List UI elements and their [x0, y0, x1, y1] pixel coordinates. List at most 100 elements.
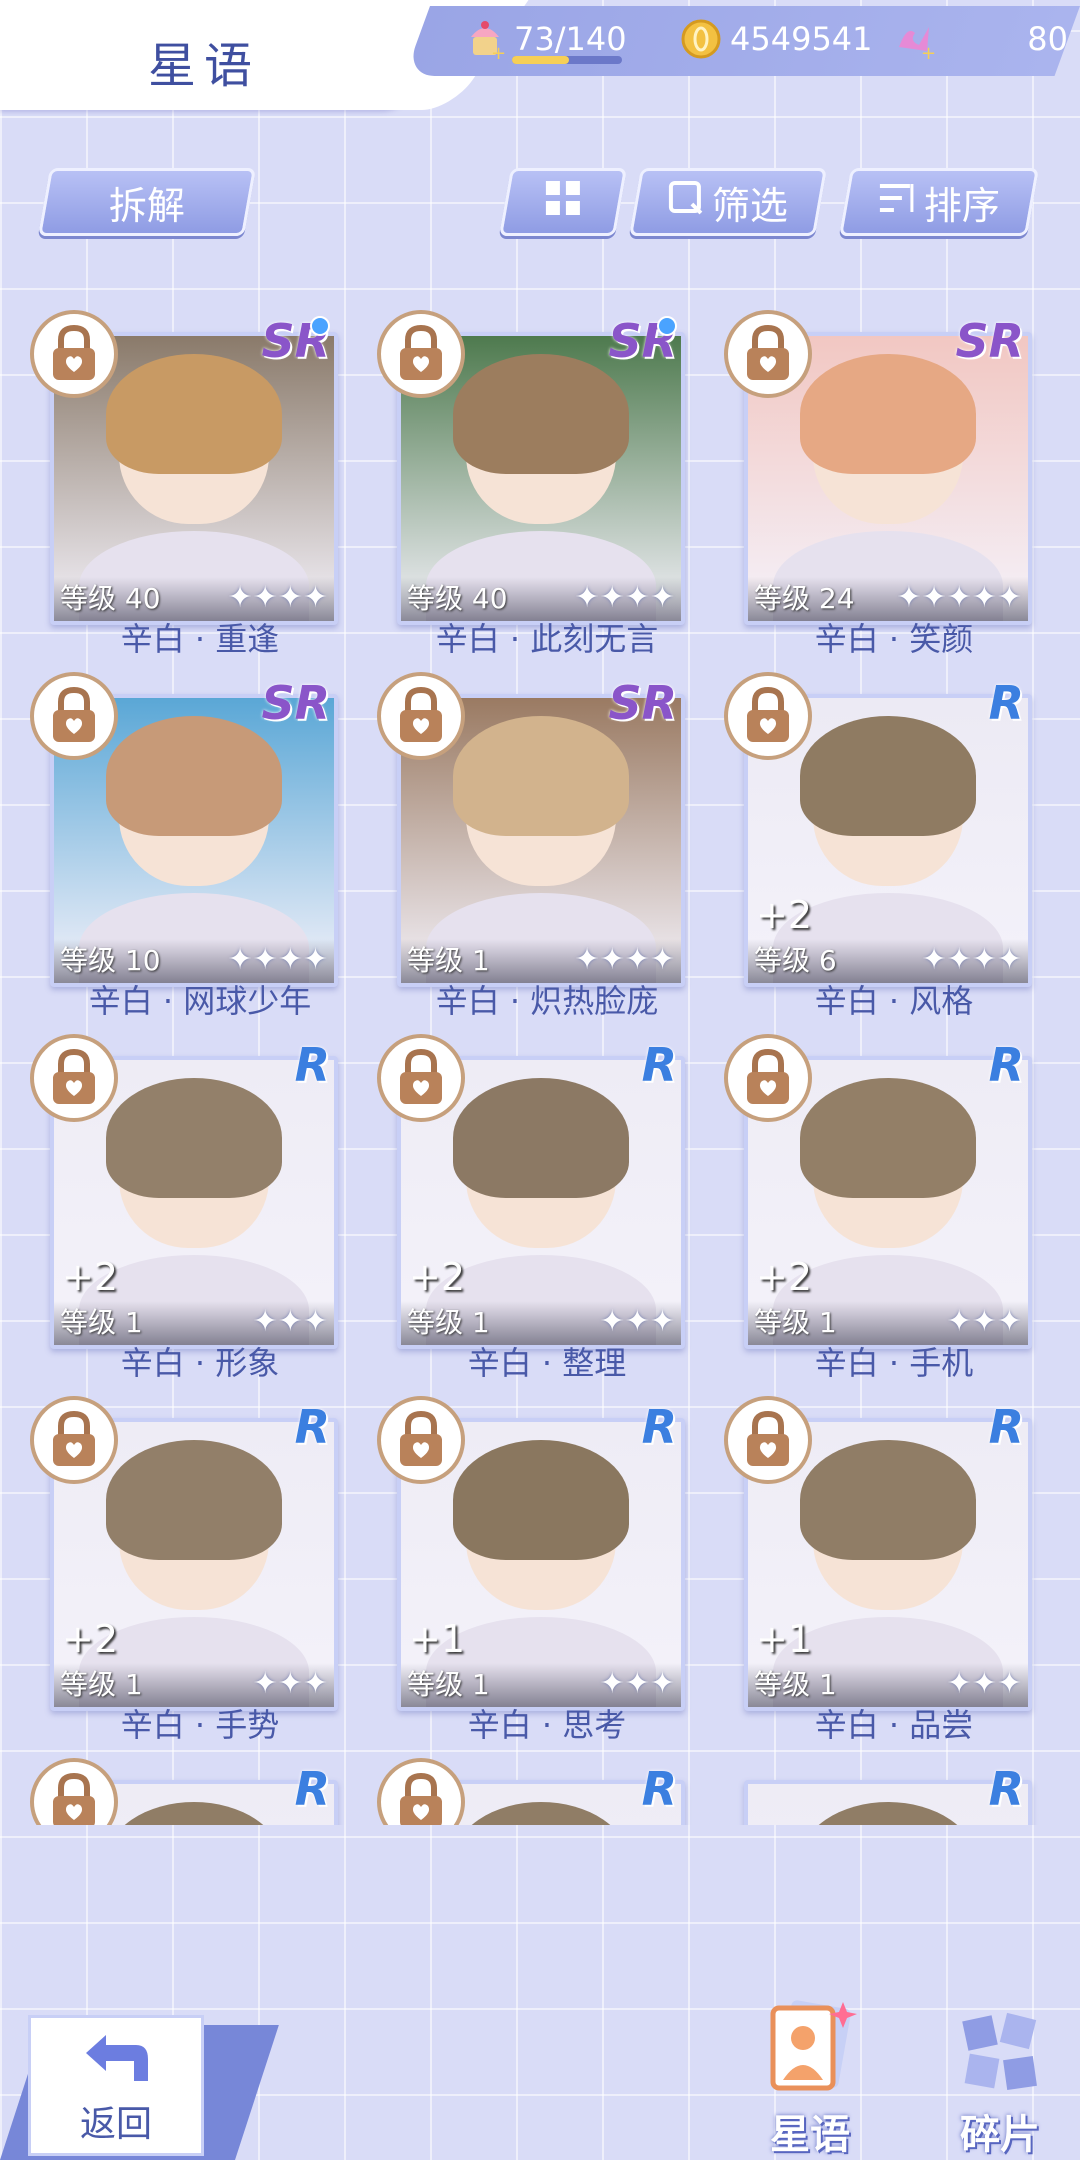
back-area: 返回	[0, 2005, 279, 2160]
character-card[interactable]: +2 等级 1 ✦✦✦ R 辛白 · 整理	[377, 1034, 685, 1382]
character-hair	[106, 716, 282, 836]
star-rating: ✦✦✦	[252, 1304, 328, 1339]
card-name: 辛白 · 形象	[120, 1344, 280, 1382]
cards-icon	[755, 1998, 865, 2102]
character-hair	[106, 1802, 282, 1825]
new-indicator	[657, 316, 677, 336]
card-name: 辛白 · 网球少年	[88, 982, 312, 1020]
character-card[interactable]: +1 等级 1 ✦✦✦ R 辛白 · 品尝	[724, 1396, 1032, 1744]
rarity-badge: R	[988, 1038, 1024, 1092]
character-hair	[453, 1078, 629, 1198]
grid-icon	[544, 179, 582, 226]
character-card[interactable]: R	[377, 1758, 685, 1825]
nav-star-words[interactable]: 星语	[740, 2000, 880, 2160]
card-level: 等级 1	[407, 1668, 490, 1701]
lock-icon[interactable]	[724, 310, 812, 398]
character-card[interactable]: 等级 40 ✦✦✦✦ SR 辛白 · 此刻无言	[377, 310, 685, 658]
character-hair	[800, 1802, 976, 1825]
lock-icon[interactable]	[30, 1758, 118, 1825]
rarity-badge: SR	[261, 676, 330, 730]
gem-resource[interactable]: + 80	[892, 14, 1068, 64]
lock-icon[interactable]	[30, 1034, 118, 1122]
star-rating: ✦✦✦	[599, 1304, 675, 1339]
lock-icon[interactable]	[30, 1396, 118, 1484]
back-label: 返回	[79, 2104, 152, 2145]
page-title: 星语	[148, 38, 261, 94]
back-button[interactable]: 返回	[28, 2015, 204, 2156]
rarity-badge: R	[988, 676, 1024, 730]
character-card[interactable]: +2 等级 6 ✦✦✦✦ R 辛白 · 风格	[724, 672, 1032, 1020]
character-card[interactable]: +2 等级 1 ✦✦✦ R 辛白 · 形象	[30, 1034, 338, 1382]
card-name: 辛白 · 笑颜	[814, 620, 974, 658]
upgrade-count: +2	[756, 1255, 813, 1299]
card-art	[748, 1784, 1028, 1825]
card-level: 等级 10	[60, 944, 161, 977]
card-name: 辛白 · 品尝	[814, 1706, 974, 1744]
lock-icon[interactable]	[30, 672, 118, 760]
return-arrow-icon	[76, 2031, 156, 2095]
rarity-badge: R	[988, 1762, 1024, 1816]
character-hair	[453, 354, 629, 474]
character-card[interactable]: +2 等级 1 ✦✦✦ R 辛白 · 手势	[30, 1396, 338, 1744]
svg-text:+: +	[921, 43, 936, 61]
stamina-resource[interactable]: + 73/140	[462, 14, 627, 64]
character-card[interactable]: R	[724, 1758, 1032, 1825]
filter-label: 筛选	[711, 183, 788, 228]
star-rating: ✦✦✦✦	[574, 942, 675, 977]
gold-resource: 4549541	[678, 14, 873, 64]
character-card[interactable]: +2 等级 1 ✦✦✦ R 辛白 · 手机	[724, 1034, 1032, 1382]
lock-icon[interactable]	[377, 1034, 465, 1122]
decompose-button[interactable]: 拆解	[38, 168, 256, 236]
upgrade-count: +1	[756, 1617, 813, 1661]
card-name: 辛白 · 重逢	[120, 620, 280, 658]
character-card[interactable]: 等级 10 ✦✦✦✦ SR 辛白 · 网球少年	[30, 672, 338, 1020]
rarity-badge: R	[641, 1400, 677, 1454]
card-grid: 等级 40 ✦✦✦✦ SR 辛白 · 重逢 等级 40 ✦✦✦✦ SR 辛白 · 此刻无言 等级…	[0, 310, 1080, 1825]
star-rating: ✦✦✦✦	[227, 580, 328, 615]
lock-icon[interactable]	[724, 1396, 812, 1484]
star-rating: ✦✦✦	[252, 1666, 328, 1701]
sort-button[interactable]: 排序	[839, 168, 1039, 236]
card-level: 等级 1	[407, 1306, 490, 1339]
card-name: 辛白 · 此刻无言	[435, 620, 659, 658]
character-hair	[453, 1802, 629, 1825]
lock-icon[interactable]	[724, 672, 812, 760]
card-level: 等级 40	[407, 582, 508, 615]
lock-icon[interactable]	[377, 672, 465, 760]
lock-icon[interactable]	[724, 1034, 812, 1122]
rarity-badge: R	[294, 1762, 330, 1816]
filter-button[interactable]: 筛选	[629, 168, 827, 236]
card-level: 等级 6	[754, 944, 837, 977]
upgrade-count: +2	[409, 1255, 466, 1299]
card-level: 等级 40	[60, 582, 161, 615]
character-card[interactable]: 等级 1 ✦✦✦✦ SR 辛白 · 炽热脸庞	[377, 672, 685, 1020]
character-card[interactable]: 等级 40 ✦✦✦✦ SR 辛白 · 重逢	[30, 310, 338, 658]
card-level: 等级 1	[754, 1668, 837, 1701]
rarity-badge: R	[294, 1038, 330, 1092]
nav-star-words-label: 星语	[770, 2112, 850, 2158]
nav-fragments-label: 碎片	[960, 2112, 1040, 2158]
lock-icon[interactable]	[377, 310, 465, 398]
lock-icon[interactable]	[377, 1396, 465, 1484]
rarity-badge: SR	[955, 314, 1024, 368]
character-hair	[800, 354, 976, 474]
character-card[interactable]: 等级 24 ✦✦✦✦✦ SR 辛白 · 笑颜	[724, 310, 1032, 658]
grid-view-button[interactable]	[499, 168, 627, 236]
lock-icon[interactable]	[377, 1758, 465, 1825]
card-name: 辛白 · 思考	[467, 1706, 627, 1744]
star-rating: ✦✦✦	[946, 1666, 1022, 1701]
gem-value: 80	[1027, 20, 1068, 58]
puzzle-icon	[955, 2008, 1045, 2102]
rarity-badge: R	[988, 1400, 1024, 1454]
cupcake-icon: +	[462, 16, 508, 62]
nav-fragments[interactable]: 碎片	[930, 2010, 1070, 2160]
upgrade-count: +2	[62, 1617, 119, 1661]
card-name: 辛白 · 手势	[120, 1706, 280, 1744]
character-card[interactable]: R	[30, 1758, 338, 1825]
star-rating: ✦✦✦✦✦	[896, 580, 1022, 615]
star-rating: ✦✦✦	[599, 1666, 675, 1701]
character-hair	[106, 1078, 282, 1198]
card-level: 等级 1	[754, 1306, 837, 1339]
character-card[interactable]: +1 等级 1 ✦✦✦ R 辛白 · 思考	[377, 1396, 685, 1744]
lock-icon[interactable]	[30, 310, 118, 398]
